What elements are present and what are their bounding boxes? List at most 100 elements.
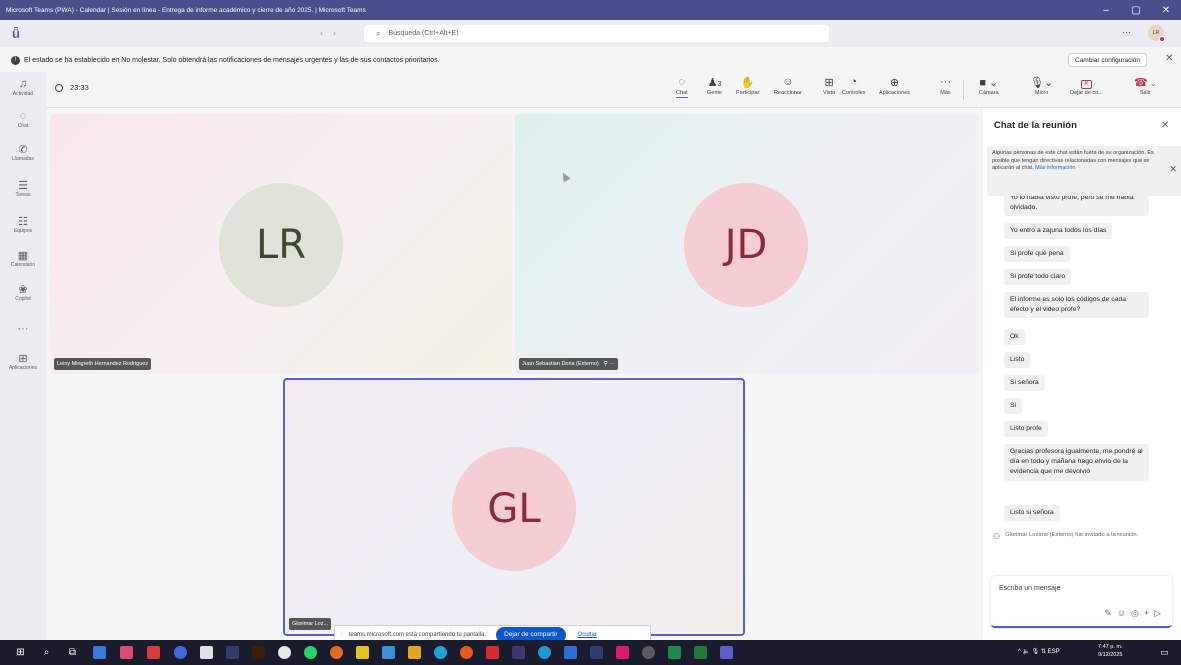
system-tray[interactable]: ^ 🔈 🎙 ⇅ ESP bbox=[1018, 648, 1060, 655]
close-window-button[interactable]: ✕ bbox=[1151, 0, 1181, 20]
volume-icon[interactable]: 🔈 bbox=[1023, 649, 1030, 655]
search-icon[interactable]: ⌕ bbox=[40, 646, 53, 659]
chat-message: Gracias profesora igualmente, me pondré … bbox=[1004, 444, 1149, 481]
app-icon[interactable] bbox=[147, 646, 160, 659]
avatar[interactable]: LR bbox=[1148, 25, 1165, 42]
leave-button[interactable]: ☎ ⌄ Salir bbox=[1134, 76, 1157, 96]
mic-button[interactable]: 🎙⌄ Micro bbox=[1030, 76, 1053, 96]
indesign-icon[interactable] bbox=[616, 646, 629, 659]
app-icon[interactable] bbox=[668, 646, 681, 659]
participant-tile-active[interactable]: GL Glorimar Loz... bbox=[283, 378, 745, 636]
more-info-link[interactable]: Más información bbox=[1035, 165, 1075, 171]
store-icon[interactable] bbox=[93, 646, 106, 659]
language-indicator[interactable]: ESP bbox=[1048, 649, 1060, 655]
nav-arrows[interactable]: ‹› bbox=[320, 28, 346, 38]
chrome-icon[interactable] bbox=[278, 646, 291, 659]
lightroom-icon[interactable] bbox=[226, 646, 239, 659]
app-icon[interactable] bbox=[538, 646, 551, 659]
app-icon[interactable] bbox=[200, 646, 213, 659]
participant-tile[interactable]: LR Leiny Mingreth Hernandez Rodriguez bbox=[50, 114, 512, 374]
teams-icon[interactable] bbox=[720, 646, 733, 659]
whatsapp-icon[interactable] bbox=[304, 646, 317, 659]
react-button[interactable]: ☺ Reaccionar bbox=[774, 76, 802, 96]
more-options-icon[interactable]: ··· bbox=[1122, 27, 1131, 37]
app-icon[interactable] bbox=[382, 646, 395, 659]
maximize-button[interactable]: ▢ bbox=[1121, 0, 1151, 20]
rail-item-teams[interactable]: ☷ Equipos bbox=[0, 215, 46, 234]
chat-icon: ◌ bbox=[19, 110, 27, 122]
chat-message: Si señora bbox=[1004, 375, 1045, 392]
camera-off-icon: ■ ⌄ bbox=[979, 77, 999, 89]
minimize-button[interactable]: – bbox=[1091, 0, 1121, 20]
file-explorer-icon[interactable] bbox=[408, 646, 421, 659]
rail-item-activity[interactable]: ♫ Actividad bbox=[0, 78, 46, 97]
photoshop-icon[interactable] bbox=[564, 646, 577, 659]
rail-item-tasks[interactable]: ☰ Tareas bbox=[0, 179, 46, 198]
excel-icon[interactable] bbox=[694, 646, 707, 659]
app-icon[interactable] bbox=[330, 646, 343, 659]
close-icon[interactable]: ✕ bbox=[1169, 163, 1177, 176]
chevron-up-icon[interactable]: ^ bbox=[1018, 649, 1021, 655]
people-button[interactable]: ♟3 Gente bbox=[707, 76, 722, 96]
rail-item-copilot[interactable]: ❀ Copilot bbox=[0, 283, 46, 302]
clock[interactable]: 7:47 p. m. 9/12/2025 bbox=[1098, 644, 1122, 659]
rail-item-calendar[interactable]: ▦ Calendario bbox=[0, 249, 46, 268]
mic-icon: 🎙⌄ bbox=[1030, 77, 1054, 89]
lightroom-icon[interactable] bbox=[590, 646, 603, 659]
send-icon[interactable]: ▷ bbox=[1154, 608, 1166, 618]
close-icon[interactable]: ✕ bbox=[1165, 53, 1173, 64]
participant-tile[interactable]: JD Juan Sebastian Doria (Externo) ⚲ ··· bbox=[515, 114, 978, 374]
person-added-icon: ⚇ bbox=[993, 532, 1001, 541]
hang-up-icon: ☎ ⌄ bbox=[1134, 77, 1157, 89]
hide-link[interactable]: Ocultar bbox=[578, 632, 597, 638]
emoji-icon[interactable]: ☺ bbox=[1117, 608, 1131, 618]
task-view-icon[interactable]: ⧉ bbox=[66, 646, 79, 659]
illustrator-icon[interactable] bbox=[252, 646, 265, 659]
rail-item-calls[interactable]: ✆ Llamadas bbox=[0, 143, 46, 162]
notification-icon[interactable]: ▭ bbox=[1158, 646, 1171, 659]
change-settings-button[interactable]: Cambiar configuración bbox=[1068, 53, 1148, 67]
format-icon[interactable]: ✎ bbox=[1104, 608, 1117, 618]
grid-icon: ⊞ bbox=[824, 77, 834, 89]
view-button[interactable]: ⊞ Vista bbox=[823, 76, 835, 96]
firefox-icon[interactable] bbox=[460, 646, 473, 659]
copilot-icon: ❀ bbox=[18, 284, 28, 296]
rail-item-chat[interactable]: ◌ Chat bbox=[0, 110, 46, 129]
chat-message: El informe es solo los códigos de cada e… bbox=[1004, 292, 1149, 319]
chat-message: Listo bbox=[1004, 352, 1031, 369]
phone-icon: ✆ bbox=[18, 144, 28, 156]
drag-handle-icon[interactable]: ⁞ bbox=[341, 632, 343, 638]
app-icon[interactable] bbox=[120, 646, 133, 659]
network-icon[interactable]: ⇅ bbox=[1041, 649, 1046, 655]
edge-icon[interactable] bbox=[434, 646, 447, 659]
browser-icon[interactable] bbox=[174, 646, 187, 659]
app-icon[interactable] bbox=[356, 646, 369, 659]
search-icon: ⌕ bbox=[376, 28, 381, 38]
mic-icon[interactable]: 🎙 bbox=[1032, 649, 1040, 655]
apps-icon: ⊞ bbox=[18, 353, 28, 365]
message-composer[interactable]: Escriba un mensaje ✎☺◎+▷ bbox=[991, 576, 1172, 628]
rail-more-icon[interactable]: ··· bbox=[0, 323, 46, 336]
app-icon[interactable] bbox=[512, 646, 525, 659]
stop-sharing-button[interactable]: ✕ Dejar de co... bbox=[1070, 76, 1103, 96]
windows-start-icon[interactable]: ⊞ bbox=[14, 646, 27, 659]
apps-button[interactable]: ⊕ Aplicaciones bbox=[879, 76, 910, 96]
plus-icon[interactable]: + bbox=[1144, 608, 1154, 618]
acrobat-icon[interactable] bbox=[486, 646, 499, 659]
rail-item-apps[interactable]: ⊞ Aplicaciones bbox=[0, 352, 46, 371]
window-title-bar: Microsoft Teams (PWA) - Calendar | Sesió… bbox=[0, 0, 1181, 20]
external-users-notice: Algunas personas de este chat están fuer… bbox=[987, 146, 1181, 196]
tasks-icon: ☰ bbox=[18, 180, 28, 192]
participant-name: Glorimar Loz... bbox=[289, 618, 332, 630]
app-icon[interactable] bbox=[642, 646, 655, 659]
search-input[interactable]: ⌕ Búsqueda (Ctrl+Alt+E) bbox=[364, 25, 829, 42]
meeting-chat-panel: Chat de la reunión ✕ Algunas personas de… bbox=[983, 108, 1181, 640]
more-button[interactable]: ··· Más bbox=[940, 76, 951, 96]
loop-icon[interactable]: ◎ bbox=[1131, 608, 1144, 618]
raise-hand-button[interactable]: ✋ Participar bbox=[736, 76, 759, 96]
close-chat-icon[interactable]: ✕ bbox=[1161, 120, 1169, 131]
controls-button[interactable]: ◔ Controles bbox=[842, 76, 866, 96]
participant-avatar: LR bbox=[219, 183, 343, 307]
chat-button[interactable]: ◌ Chat bbox=[676, 76, 688, 98]
camera-button[interactable]: ■ ⌄ Cámara bbox=[979, 76, 999, 96]
